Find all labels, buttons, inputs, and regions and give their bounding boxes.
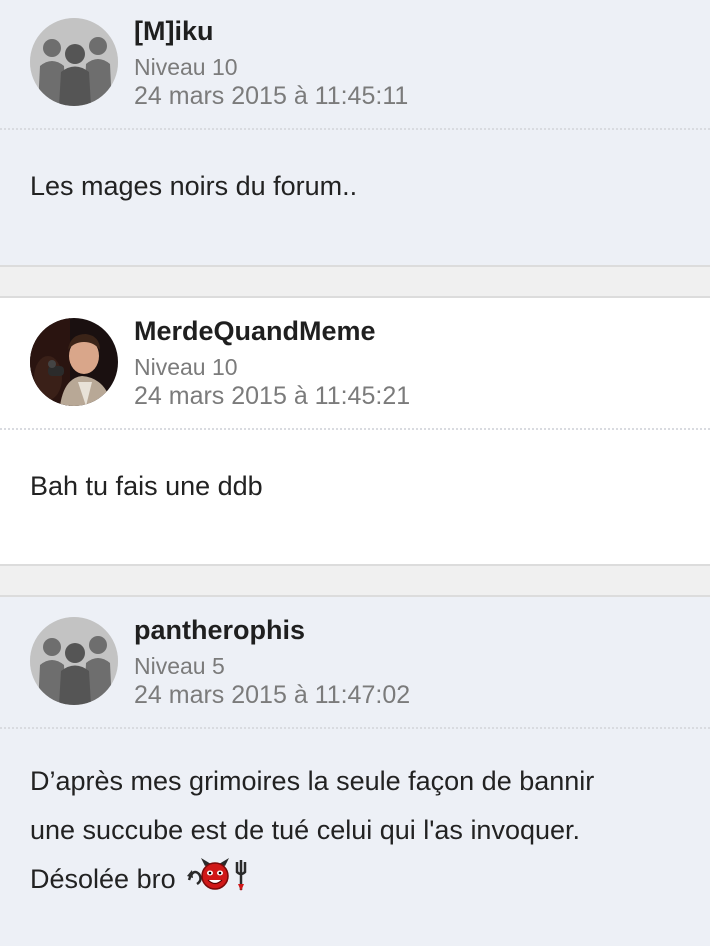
silhouette-avatar-icon [30,18,118,106]
post-3: pantherophis Niveau 5 24 mars 2015 à 11:… [0,595,710,946]
photo-avatar-icon [30,318,118,406]
post-text-line: Désolée bro [30,855,680,908]
post-text-line: Bah tu fais une ddb [30,471,263,501]
silhouette-avatar-icon [30,617,118,705]
post-date[interactable]: 24 mars 2015 à 11:45:11 [134,82,408,111]
author-level: Niveau 10 [134,354,238,380]
devil-tail-icon [187,870,202,886]
trident-icon [235,860,247,891]
post-header: pantherophis Niveau 5 24 mars 2015 à 11:… [0,597,710,729]
post-text-segment: Désolée bro [30,864,176,894]
avatar[interactable] [30,617,118,705]
post-1: [M]iku Niveau 10 24 mars 2015 à 11:45:11… [0,0,710,267]
author-name[interactable]: [M]iku [134,16,213,47]
post-date[interactable]: 24 mars 2015 à 11:47:02 [134,681,410,710]
post-text-line: D’après mes grimoires la seule façon de … [30,766,595,796]
post-body: Bah tu fais une ddb [0,430,710,511]
avatar[interactable] [30,318,118,406]
author-name[interactable]: MerdeQuandMeme [134,316,376,347]
devil-face-icon [201,858,230,890]
post-date[interactable]: 24 mars 2015 à 11:45:21 [134,382,410,411]
emoji-group [187,858,251,908]
post-2: MerdeQuandMeme Niveau 10 24 mars 2015 à … [0,296,710,566]
author-level: Niveau 10 [134,54,238,80]
post-text-line: Les mages noirs du forum.. [30,171,358,201]
author-name[interactable]: pantherophis [134,615,305,646]
avatar[interactable] [30,18,118,106]
post-body: D’après mes grimoires la seule façon de … [0,729,710,908]
post-body: Les mages noirs du forum.. [0,130,710,211]
devil-emoji-icon [187,858,247,891]
author-level: Niveau 5 [134,653,225,679]
post-text-line: une succube est de tué celui qui l'as in… [30,815,581,845]
post-header: [M]iku Niveau 10 24 mars 2015 à 11:45:11 [0,0,710,130]
post-header: MerdeQuandMeme Niveau 10 24 mars 2015 à … [0,298,710,430]
